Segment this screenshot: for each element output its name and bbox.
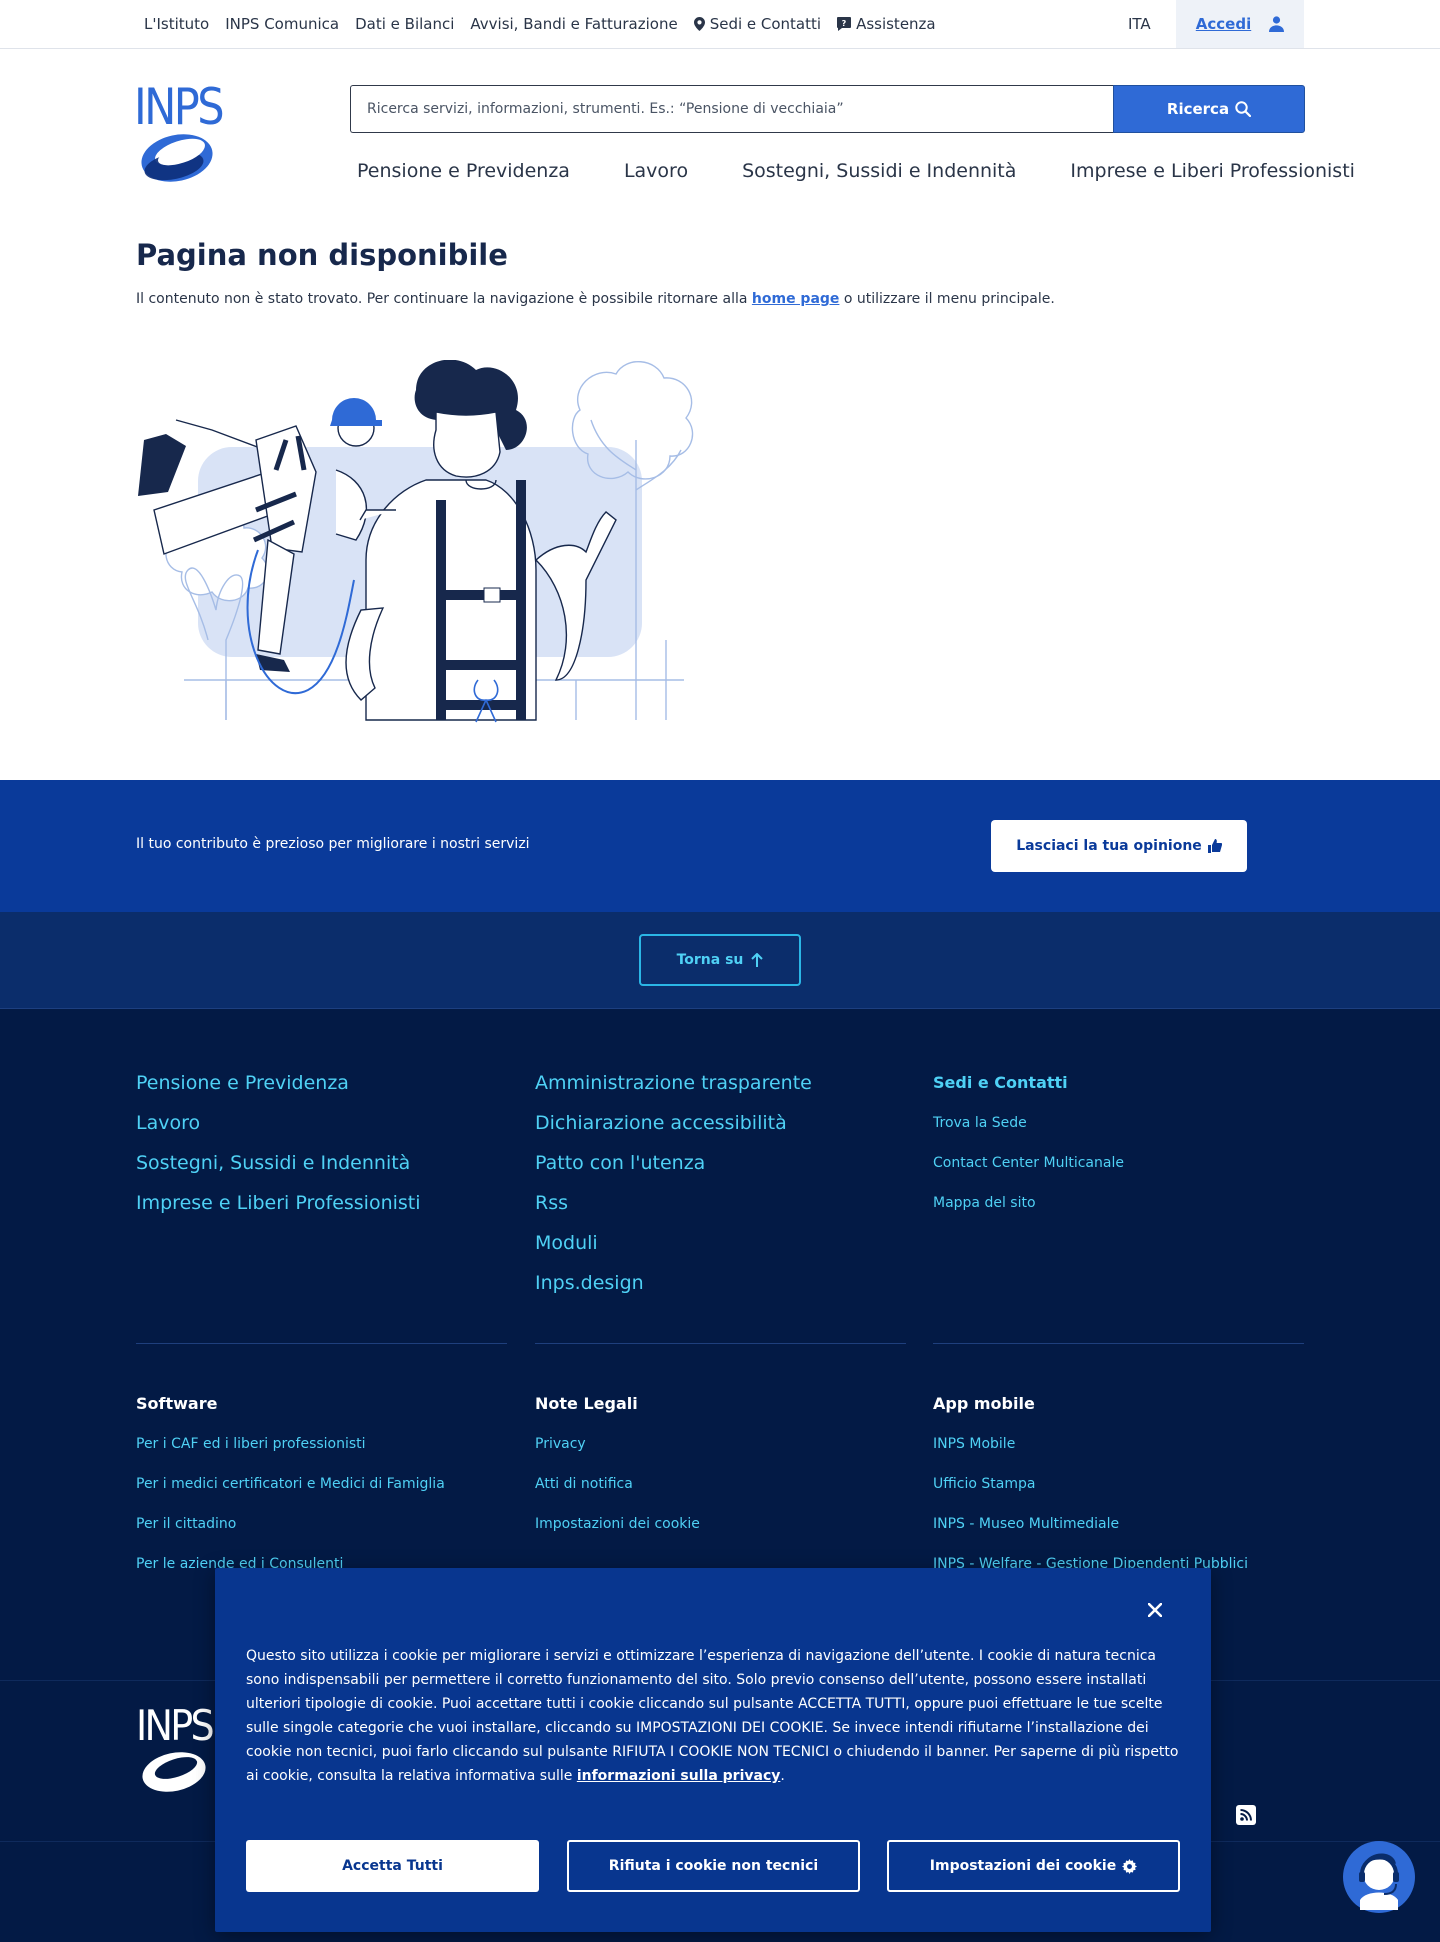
utility-link-avvisi[interactable]: Avvisi, Bandi e Fatturazione bbox=[470, 15, 677, 33]
svg-text:?: ? bbox=[842, 19, 847, 28]
footer-link-museo[interactable]: INPS - Museo Multimediale bbox=[933, 1509, 1248, 1549]
close-icon bbox=[1148, 1603, 1162, 1617]
cookie-text: Questo sito utilizza i cookie per miglio… bbox=[246, 1644, 1182, 1788]
map-pin-icon bbox=[693, 17, 705, 31]
search-button[interactable]: Ricerca bbox=[1113, 85, 1305, 133]
login-button[interactable]: Accedi bbox=[1176, 0, 1304, 48]
footer-col-legal: Note Legali Privacy Atti di notifica Imp… bbox=[535, 1389, 700, 1549]
description-text-end: o utilizzare il menu principale. bbox=[839, 291, 1055, 307]
cookie-text-body: Questo sito utilizza i cookie per miglio… bbox=[246, 1648, 1179, 1784]
chat-assistant-icon[interactable] bbox=[1342, 1840, 1416, 1918]
footer-link-sostegni[interactable]: Sostegni, Sussidi e Indennità bbox=[136, 1148, 421, 1188]
footer-divider bbox=[535, 1343, 906, 1344]
feedback-band: Il tuo contributo è prezioso per miglior… bbox=[0, 780, 1440, 912]
login-label: Accedi bbox=[1195, 15, 1252, 33]
footer-link-accessibilita[interactable]: Dichiarazione accessibilità bbox=[535, 1108, 812, 1148]
footer-link-pensione[interactable]: Pensione e Previdenza bbox=[136, 1068, 421, 1108]
footer-col-app: App mobile INPS Mobile Ufficio Stampa IN… bbox=[933, 1389, 1248, 1589]
svg-text:INPS: INPS bbox=[134, 78, 222, 136]
gear-icon bbox=[1122, 1858, 1138, 1874]
footer-link-mappa[interactable]: Mappa del sito bbox=[933, 1188, 1124, 1228]
footer-link-contact-center[interactable]: Contact Center Multicanale bbox=[933, 1148, 1124, 1188]
utility-link-label: Assistenza bbox=[856, 15, 936, 33]
help-chat-icon: ? bbox=[837, 17, 852, 31]
footer-link-imprese[interactable]: Imprese e Liberi Professionisti bbox=[136, 1188, 421, 1228]
footer-inps-logo[interactable]: INPS bbox=[136, 1702, 214, 1796]
language-selector[interactable]: ITA bbox=[1128, 0, 1151, 48]
nav-item-imprese[interactable]: Imprese e Liberi Professionisti bbox=[1070, 160, 1355, 194]
rss-icon[interactable] bbox=[1236, 1805, 1256, 1825]
cookie-privacy-link[interactable]: informazioni sulla privacy bbox=[577, 1768, 781, 1784]
footer-divider bbox=[933, 1343, 1304, 1344]
footer-col-software: Software Per i CAF ed i liberi professio… bbox=[136, 1389, 445, 1589]
home-page-link[interactable]: home page bbox=[752, 291, 840, 307]
footer-link-cookie-settings[interactable]: Impostazioni dei cookie bbox=[535, 1509, 700, 1549]
footer-link-software-caf[interactable]: Per i CAF ed i liberi professionisti bbox=[136, 1429, 445, 1469]
user-icon bbox=[1269, 16, 1285, 32]
back-to-top-button[interactable]: Torna su bbox=[639, 934, 801, 986]
description-text: Il contenuto non è stato trovato. Per co… bbox=[136, 291, 752, 307]
footer-heading-legal: Note Legali bbox=[535, 1394, 638, 1413]
utility-link-dati-bilanci[interactable]: Dati e Bilanci bbox=[355, 15, 454, 33]
footer-link-atti-notifica[interactable]: Atti di notifica bbox=[535, 1469, 700, 1509]
footer-col-sections: Pensione e Previdenza Lavoro Sostegni, S… bbox=[136, 1068, 421, 1228]
inps-logo[interactable]: INPS bbox=[134, 78, 226, 188]
cookie-reject-label: Rifiuta i cookie non tecnici bbox=[608, 1858, 819, 1874]
footer-heading-software: Software bbox=[136, 1394, 218, 1413]
cookie-accept-label: Accetta Tutti bbox=[342, 1858, 443, 1874]
back-to-top-label: Torna su bbox=[676, 952, 744, 968]
cookie-accept-button[interactable]: Accetta Tutti bbox=[246, 1840, 539, 1892]
utility-link-inps-comunica[interactable]: INPS Comunica bbox=[225, 15, 339, 33]
nav-item-sostegni[interactable]: Sostegni, Sussidi e Indennità bbox=[742, 160, 1016, 194]
footer-heading-app: App mobile bbox=[933, 1394, 1035, 1413]
search-form: Ricerca bbox=[350, 85, 1305, 133]
utility-link-istituto[interactable]: L'Istituto bbox=[144, 15, 209, 33]
footer-link-privacy[interactable]: Privacy bbox=[535, 1429, 700, 1469]
footer-link-trova-sede[interactable]: Trova la Sede bbox=[933, 1108, 1124, 1148]
footer-link-moduli[interactable]: Moduli bbox=[535, 1228, 812, 1268]
feedback-text: Il tuo contributo è prezioso per miglior… bbox=[136, 836, 530, 852]
cookie-reject-button[interactable]: Rifiuta i cookie non tecnici bbox=[567, 1840, 860, 1892]
cookie-banner: Questo sito utilizza i cookie per miglio… bbox=[215, 1568, 1211, 1932]
footer-link-ufficio-stampa[interactable]: Ufficio Stampa bbox=[933, 1469, 1248, 1509]
top-bar: L'Istituto INPS Comunica Dati e Bilanci … bbox=[0, 0, 1440, 49]
utility-link-assistenza[interactable]: ? Assistenza bbox=[837, 15, 936, 33]
main-nav: Pensione e Previdenza Lavoro Sostegni, S… bbox=[357, 160, 1355, 194]
utility-link-label: Sedi e Contatti bbox=[709, 15, 822, 33]
svg-text:INPS: INPS bbox=[136, 1702, 213, 1750]
footer-link-software-cittadino[interactable]: Per il cittadino bbox=[136, 1509, 445, 1549]
search-button-label: Ricerca bbox=[1166, 100, 1230, 118]
footer-link-trasparenza[interactable]: Amministrazione trasparente bbox=[535, 1068, 812, 1108]
footer-link-patto[interactable]: Patto con l'utenza bbox=[535, 1148, 812, 1188]
nav-item-lavoro[interactable]: Lavoro bbox=[624, 160, 688, 194]
page-description: Il contenuto non è stato trovato. Per co… bbox=[136, 291, 1055, 307]
footer-link-software-medici[interactable]: Per i medici certificatori e Medici di F… bbox=[136, 1469, 445, 1509]
thumbs-up-icon bbox=[1207, 839, 1222, 853]
workers-illustration bbox=[138, 360, 694, 723]
footer-link-sedi-contatti[interactable]: Sedi e Contatti bbox=[933, 1068, 1124, 1108]
search-icon bbox=[1235, 101, 1252, 117]
search-input[interactable] bbox=[350, 85, 1113, 133]
cookie-settings-label: Impostazioni dei cookie bbox=[929, 1858, 1117, 1874]
utility-nav: L'Istituto INPS Comunica Dati e Bilanci … bbox=[136, 0, 944, 48]
nav-item-pensione[interactable]: Pensione e Previdenza bbox=[357, 160, 570, 194]
cookie-close-button[interactable] bbox=[1143, 1598, 1167, 1622]
footer-link-lavoro[interactable]: Lavoro bbox=[136, 1108, 421, 1148]
utility-link-sedi-contatti[interactable]: Sedi e Contatti bbox=[693, 15, 822, 33]
footer-col-info: Amministrazione trasparente Dichiarazion… bbox=[535, 1068, 812, 1308]
feedback-button[interactable]: Lasciaci la tua opinione bbox=[991, 820, 1247, 872]
cookie-settings-button[interactable]: Impostazioni dei cookie bbox=[887, 1840, 1180, 1892]
footer-link-inps-mobile[interactable]: INPS Mobile bbox=[933, 1429, 1248, 1469]
arrow-up-icon bbox=[751, 953, 764, 967]
footer-col-contacts: Sedi e Contatti Trova la Sede Contact Ce… bbox=[933, 1068, 1124, 1228]
footer-link-inps-design[interactable]: Inps.design bbox=[535, 1268, 812, 1308]
cookie-text-end: . bbox=[780, 1768, 785, 1784]
footer-link-rss[interactable]: Rss bbox=[535, 1188, 812, 1228]
page-title: Pagina non disponibile bbox=[136, 238, 508, 272]
back-to-top-band: Torna su bbox=[0, 912, 1440, 1009]
footer-divider bbox=[136, 1343, 507, 1344]
feedback-button-label: Lasciaci la tua opinione bbox=[1016, 838, 1202, 854]
